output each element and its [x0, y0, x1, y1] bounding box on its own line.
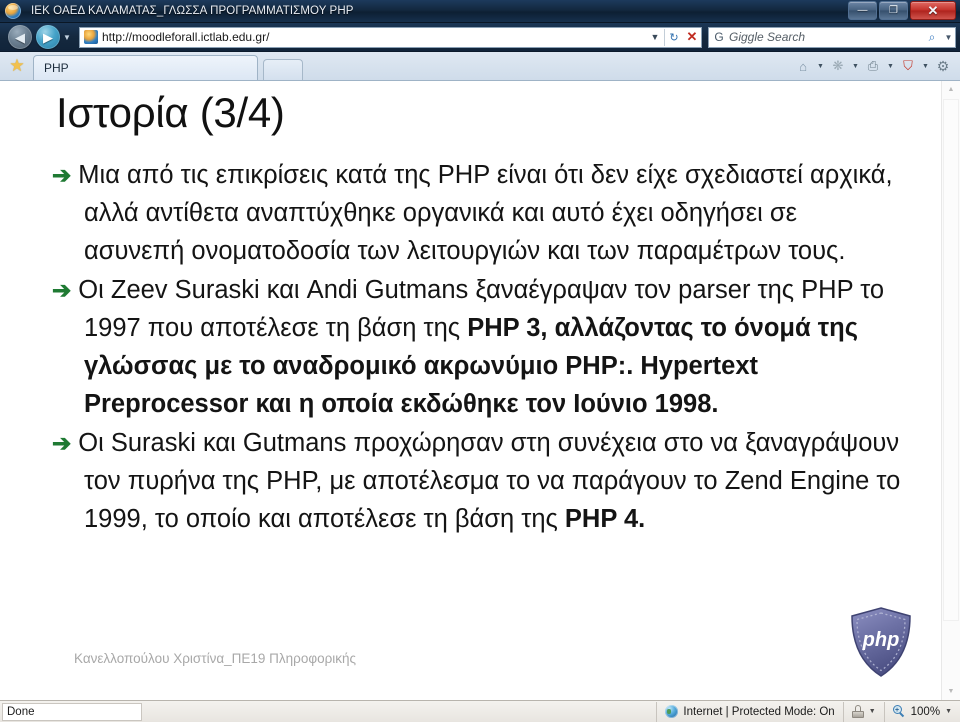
favorites-star-icon[interactable]: ★ [4, 53, 30, 79]
tab-php[interactable]: PHP [33, 55, 258, 80]
search-bar[interactable]: G Giggle Search ⌕ ▼ [708, 26, 956, 48]
php-shield-logo: php [848, 606, 914, 678]
search-provider-icon: G [714, 30, 724, 44]
refresh-button[interactable]: ↻ [665, 28, 683, 47]
forward-arrow-icon: ▶ [43, 29, 53, 45]
search-input[interactable]: Giggle Search [729, 30, 922, 44]
slide-page: Ιστορία (3/4) ➔ Μια από τις επικρίσεις κα… [0, 81, 942, 700]
minimize-button[interactable]: — [848, 1, 877, 20]
forward-button[interactable]: ▶ [36, 25, 60, 49]
internet-zone-globe-icon [665, 705, 679, 718]
app-globe-icon [5, 3, 21, 19]
tab-label: PHP [44, 61, 69, 75]
window-controls: — ❐ ✕ [848, 1, 956, 20]
back-arrow-icon: ◀ [15, 29, 25, 45]
security-zone-label: Internet | Protected Mode: On [683, 705, 835, 718]
maximize-icon: ❐ [889, 5, 898, 16]
print-icon[interactable]: ⎙ [862, 56, 884, 76]
scrollbar-thumb[interactable] [943, 99, 959, 621]
minimize-icon: — [857, 5, 868, 16]
feed-icon[interactable]: ❋ [827, 56, 849, 76]
vertical-scrollbar[interactable]: ▲ ▼ [941, 81, 960, 700]
maximize-button[interactable]: ❐ [879, 1, 908, 20]
bullet-arrow-icon: ➔ [52, 430, 72, 457]
browser-navigation-bar: ◀ ▶ ▼ http://moodleforall.ictlab.edu.gr/… [0, 23, 960, 52]
browser-toolbar: ⌂ ▼ ❋ ▼ ⎙ ▼ ⛉ ▼ ⚙ [792, 56, 954, 76]
bullet-list: ➔ Μια από τις επικρίσεις κατά της PHP είν… [52, 157, 902, 538]
address-dropdown-button[interactable]: ▼ [646, 28, 664, 47]
window-title: ΙΕΚ ΟΑΕΔ ΚΑΛΑΜΑΤΑΣ_ΓΛΩΣΣΑ ΠΡΟΓΡΑΜΜΑΤΙΣΜΟ… [31, 5, 354, 17]
tab-strip: ★ PHP ⌂ ▼ ❋ ▼ ⎙ ▼ ⛉ ▼ ⚙ [0, 52, 960, 81]
protected-mode-dropdown-icon[interactable]: ▼ [869, 708, 876, 715]
bullet-1-text: Μια από τις επικρίσεις κατά της PHP είνα… [78, 161, 893, 265]
status-text: Done [2, 702, 142, 721]
safety-icon[interactable]: ⛉ [897, 56, 919, 76]
slide-credit: Κανελλοπούλου Χριστίνα_ΠΕ19 Πληροφορικής [74, 651, 357, 666]
new-tab-button[interactable] [263, 59, 303, 80]
home-dropdown-icon[interactable]: ▼ [815, 56, 826, 76]
magnifier-icon: + [892, 705, 906, 718]
page-content-area: Ιστορία (3/4) ➔ Μια από τις επικρίσεις κα… [0, 81, 960, 700]
window-title-bar: ΙΕΚ ΟΑΕΔ ΚΑΛΑΜΑΤΑΣ_ΓΛΩΣΣΑ ΠΡΟΓΡΑΜΜΑΤΙΣΜΟ… [0, 0, 960, 23]
bullet-arrow-icon: ➔ [52, 162, 72, 189]
zoom-level-label: 100% [910, 705, 941, 718]
list-item: ➔ Μια από τις επικρίσεις κατά της PHP είν… [52, 157, 902, 270]
scroll-up-button[interactable]: ▲ [942, 81, 960, 98]
address-input[interactable]: http://moodleforall.ictlab.edu.gr/ [102, 30, 646, 44]
php-logo-icon: php [851, 607, 911, 677]
close-button[interactable]: ✕ [910, 1, 956, 20]
close-icon: ✕ [927, 2, 939, 18]
tools-gear-icon[interactable]: ⚙ [932, 56, 954, 76]
search-go-icon[interactable]: ⌕ [922, 30, 942, 45]
scroll-down-button[interactable]: ▼ [942, 683, 960, 700]
zoom-dropdown-icon[interactable]: ▼ [945, 708, 952, 715]
list-item: ➔ Οι Zeev Suraski και Andi Gutmans ξαναέγ… [52, 272, 902, 423]
site-favicon-icon [84, 30, 98, 44]
bullet-3-bold-text: PHP 4. [564, 504, 646, 533]
home-icon[interactable]: ⌂ [792, 56, 814, 76]
stop-button[interactable]: ✕ [683, 28, 701, 47]
search-dropdown-button[interactable]: ▼ [942, 33, 955, 42]
feed-dropdown-icon[interactable]: ▼ [850, 56, 861, 76]
print-dropdown-icon[interactable]: ▼ [885, 56, 896, 76]
address-bar[interactable]: http://moodleforall.ictlab.edu.gr/ ▼ ↻ ✕ [79, 26, 702, 48]
page-title: Ιστορία (3/4) [56, 89, 285, 136]
svg-text:php: php [862, 629, 900, 651]
back-button[interactable]: ◀ [8, 25, 32, 49]
list-item: ➔ Οι Suraski και Gutmans προχώρησαν στη σ… [52, 425, 902, 538]
history-dropdown-button[interactable]: ▼ [60, 33, 74, 42]
safety-dropdown-icon[interactable]: ▼ [920, 56, 931, 76]
padlock-icon [851, 705, 864, 718]
bullet-arrow-icon: ➔ [52, 277, 72, 304]
bullet-3-text: Οι Suraski και Gutmans προχώρησαν στη συ… [78, 429, 901, 533]
